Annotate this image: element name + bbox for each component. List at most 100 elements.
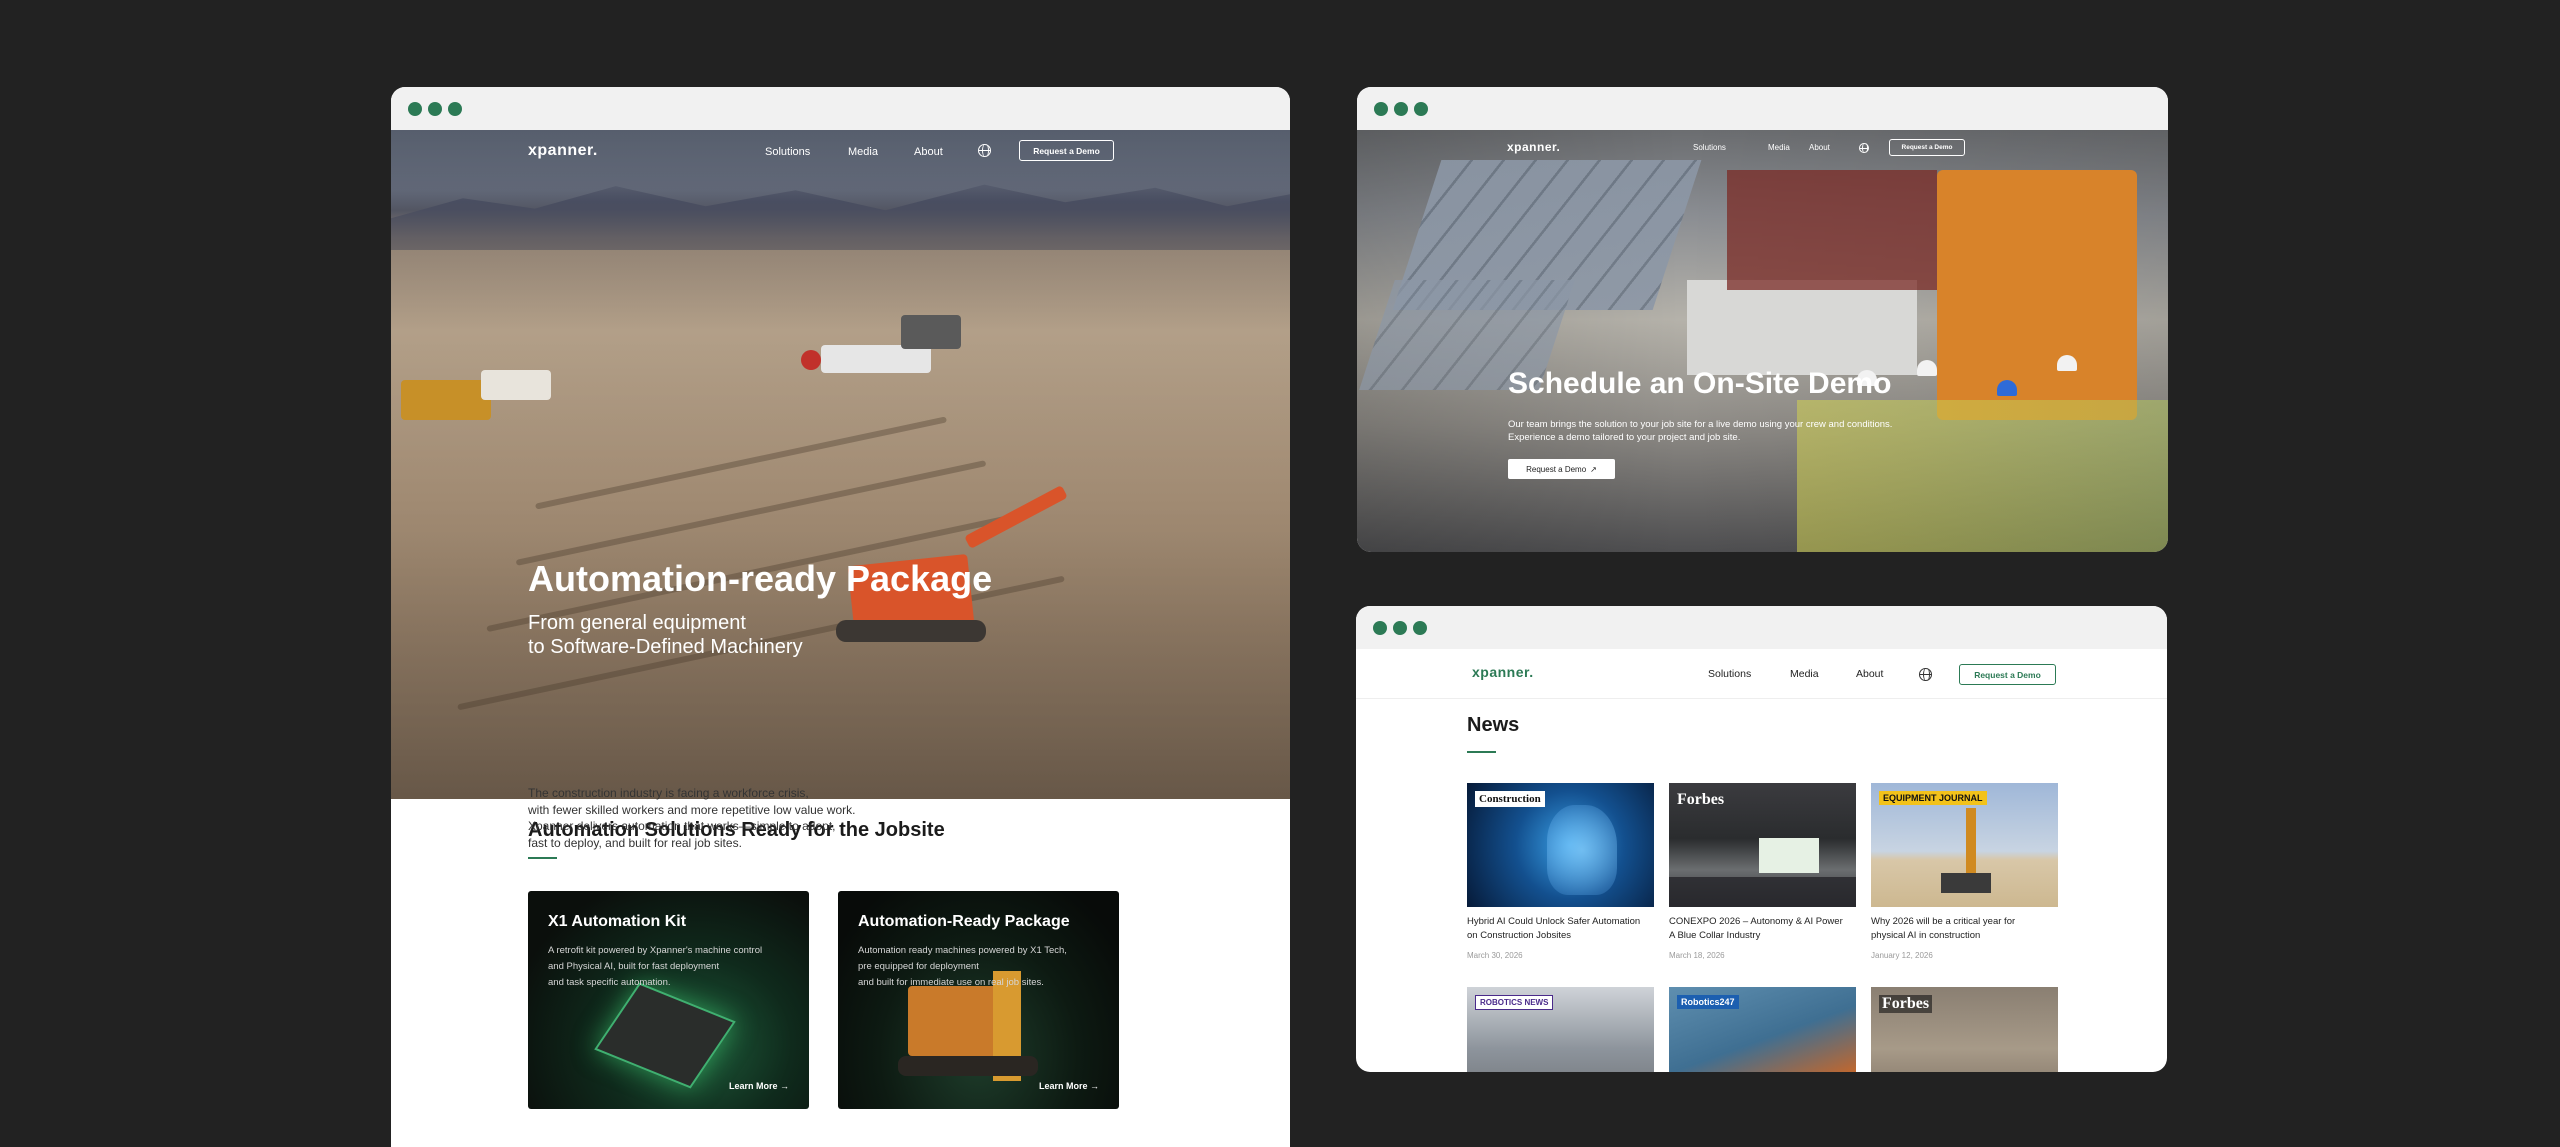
window-dot-icon[interactable] xyxy=(1394,102,1408,116)
window-dot-icon[interactable] xyxy=(1413,621,1427,635)
logo[interactable]: xpanner. xyxy=(528,142,598,160)
hardhat xyxy=(2057,355,2077,371)
news-title: News xyxy=(1467,714,1520,736)
window-titlebar xyxy=(391,87,1290,130)
trench-line xyxy=(534,416,948,510)
machine xyxy=(901,315,961,349)
hardhat xyxy=(1997,380,2017,396)
section-body-text: The construction industry is facing a wo… xyxy=(528,785,928,851)
window-dot-icon[interactable] xyxy=(428,102,442,116)
external-link-icon: ↗ xyxy=(1590,464,1597,474)
button-label: Request a Demo xyxy=(1526,464,1587,474)
news-thumbnail[interactable]: Forbes xyxy=(1871,987,2058,1072)
machine-base xyxy=(1687,280,1917,375)
red-mechanism xyxy=(1727,170,1937,290)
caption-line: CONEXPO 2026 – Autonomy & AI Power xyxy=(1669,916,1843,927)
globe-icon[interactable] xyxy=(1859,143,1869,153)
nav-about[interactable]: About xyxy=(1809,143,1830,152)
card-title: X1 Automation Kit xyxy=(548,913,687,930)
news-thumbnail[interactable]: Robotics247 xyxy=(1669,987,1856,1072)
x1-chip-image xyxy=(594,982,736,1089)
body-line: The construction industry is facing a wo… xyxy=(528,786,809,800)
browser-window-demo: xpanner. Solutions Media About Request a… xyxy=(1357,87,2168,552)
nav-solutions[interactable]: Solutions xyxy=(1693,143,1726,152)
nav-media[interactable]: Media xyxy=(848,146,878,158)
site-trailer xyxy=(821,345,931,373)
nav-media[interactable]: Media xyxy=(1790,668,1819,680)
title-underline xyxy=(1467,751,1496,753)
card-body-line: pre equipped for deployment xyxy=(858,961,979,972)
news-caption[interactable]: Hybrid AI Could Unlock Safer Automation … xyxy=(1467,915,1662,943)
card-body-line: and Physical AI, built for fast deployme… xyxy=(548,961,720,972)
request-demo-button[interactable]: Request a Demo xyxy=(1889,139,1965,156)
nav-media[interactable]: Media xyxy=(1768,143,1790,152)
request-demo-button[interactable]: Request a Demo xyxy=(1019,140,1114,161)
nav-solutions[interactable]: Solutions xyxy=(1708,668,1751,680)
card-x1-automation-kit[interactable]: X1 Automation Kit A retrofit kit powered… xyxy=(528,891,809,1109)
browser-window-news: xpanner. Solutions Media About Request a… xyxy=(1356,606,2167,1072)
news-caption[interactable]: Why 2026 will be a critical year for phy… xyxy=(1871,915,2066,943)
body-line: fast to deploy, and built for real job s… xyxy=(528,835,742,850)
window-dot-icon[interactable] xyxy=(448,102,462,116)
globe-icon[interactable] xyxy=(1919,668,1932,681)
hero-image-solar-site: xpanner. Solutions Media About Request a… xyxy=(1357,130,2168,552)
title-underline xyxy=(528,857,557,859)
browser-window-home: xpanner. Solutions Media About Request a… xyxy=(391,87,1290,1147)
trench-line xyxy=(515,460,987,566)
card-body-line: A retrofit kit powered by Xpanner's mach… xyxy=(548,945,763,956)
booth-screen xyxy=(1759,838,1819,873)
learn-more-link[interactable]: Learn More → xyxy=(1039,1081,1099,1091)
hero-body-line: Our team brings the solution to your job… xyxy=(1508,419,1893,430)
window-titlebar xyxy=(1356,606,2167,649)
window-dot-icon[interactable] xyxy=(408,102,422,116)
pile-driver-base xyxy=(1941,873,1991,893)
source-badge: Forbes xyxy=(1677,791,1725,808)
nav-divider xyxy=(1356,698,2167,699)
loader-machine xyxy=(401,380,491,420)
card-automation-ready-package[interactable]: Automation-Ready Package Automation read… xyxy=(838,891,1119,1109)
learn-more-link[interactable]: Learn More → xyxy=(729,1081,789,1091)
news-date: March 18, 2026 xyxy=(1669,951,1725,960)
card-body-line: and task specific automation. xyxy=(548,977,671,988)
hero-subtitle-line: to Software-Defined Machinery xyxy=(528,636,803,658)
request-demo-hero-button[interactable]: Request a Demo ↗ xyxy=(1508,459,1615,479)
caption-line: Hybrid AI Could Unlock Safer Automation xyxy=(1467,916,1641,927)
caption-line: A Blue Collar Industry xyxy=(1669,930,1761,941)
caption-line: physical AI in construction xyxy=(1871,930,1981,941)
logo[interactable]: xpanner. xyxy=(1507,140,1560,154)
globe-icon[interactable] xyxy=(978,144,991,157)
nav-solutions[interactable]: Solutions xyxy=(765,146,810,158)
card-title: Automation-Ready Package xyxy=(858,913,1070,930)
excavator-track xyxy=(836,620,986,642)
window-titlebar xyxy=(1357,87,2168,130)
news-caption[interactable]: CONEXPO 2026 – Autonomy & AI Power A Blu… xyxy=(1669,915,1864,943)
request-demo-button[interactable]: Request a Demo xyxy=(1959,664,2056,685)
hardhat xyxy=(1917,360,1937,376)
card-body-line: Automation ready machines powered by X1 … xyxy=(858,945,1067,956)
card-body: Automation ready machines powered by X1 … xyxy=(858,943,1098,991)
orange-machine xyxy=(1937,170,2137,420)
hero-body: Our team brings the solution to your job… xyxy=(1508,418,1892,444)
source-badge: Construction xyxy=(1475,791,1545,807)
body-line: with fewer skilled workers and more repe… xyxy=(528,802,856,817)
excavator-track xyxy=(898,1056,1038,1076)
mountains-backdrop xyxy=(391,184,1290,251)
window-dot-icon[interactable] xyxy=(1393,621,1407,635)
logo[interactable]: xpanner. xyxy=(1472,664,1534,680)
news-thumbnail[interactable]: ROBOTICS NEWS xyxy=(1467,987,1654,1072)
window-dot-icon[interactable] xyxy=(1414,102,1428,116)
site-trailer xyxy=(481,370,551,400)
nav-about[interactable]: About xyxy=(1856,668,1883,680)
card-body-line: and built for immediate use on real job … xyxy=(858,977,1044,988)
news-thumbnail[interactable]: Forbes xyxy=(1669,783,1856,907)
red-spool xyxy=(801,350,821,370)
ai-head-image xyxy=(1547,805,1617,895)
window-dot-icon[interactable] xyxy=(1374,102,1388,116)
nav-about[interactable]: About xyxy=(914,146,943,158)
excavator-arm xyxy=(964,484,1068,550)
news-thumbnail[interactable]: Construction xyxy=(1467,783,1654,907)
card-body: A retrofit kit powered by Xpanner's mach… xyxy=(548,943,788,991)
window-dot-icon[interactable] xyxy=(1373,621,1387,635)
source-badge: Forbes xyxy=(1879,995,1933,1013)
news-thumbnail[interactable]: EQUIPMENT JOURNAL xyxy=(1871,783,2058,907)
